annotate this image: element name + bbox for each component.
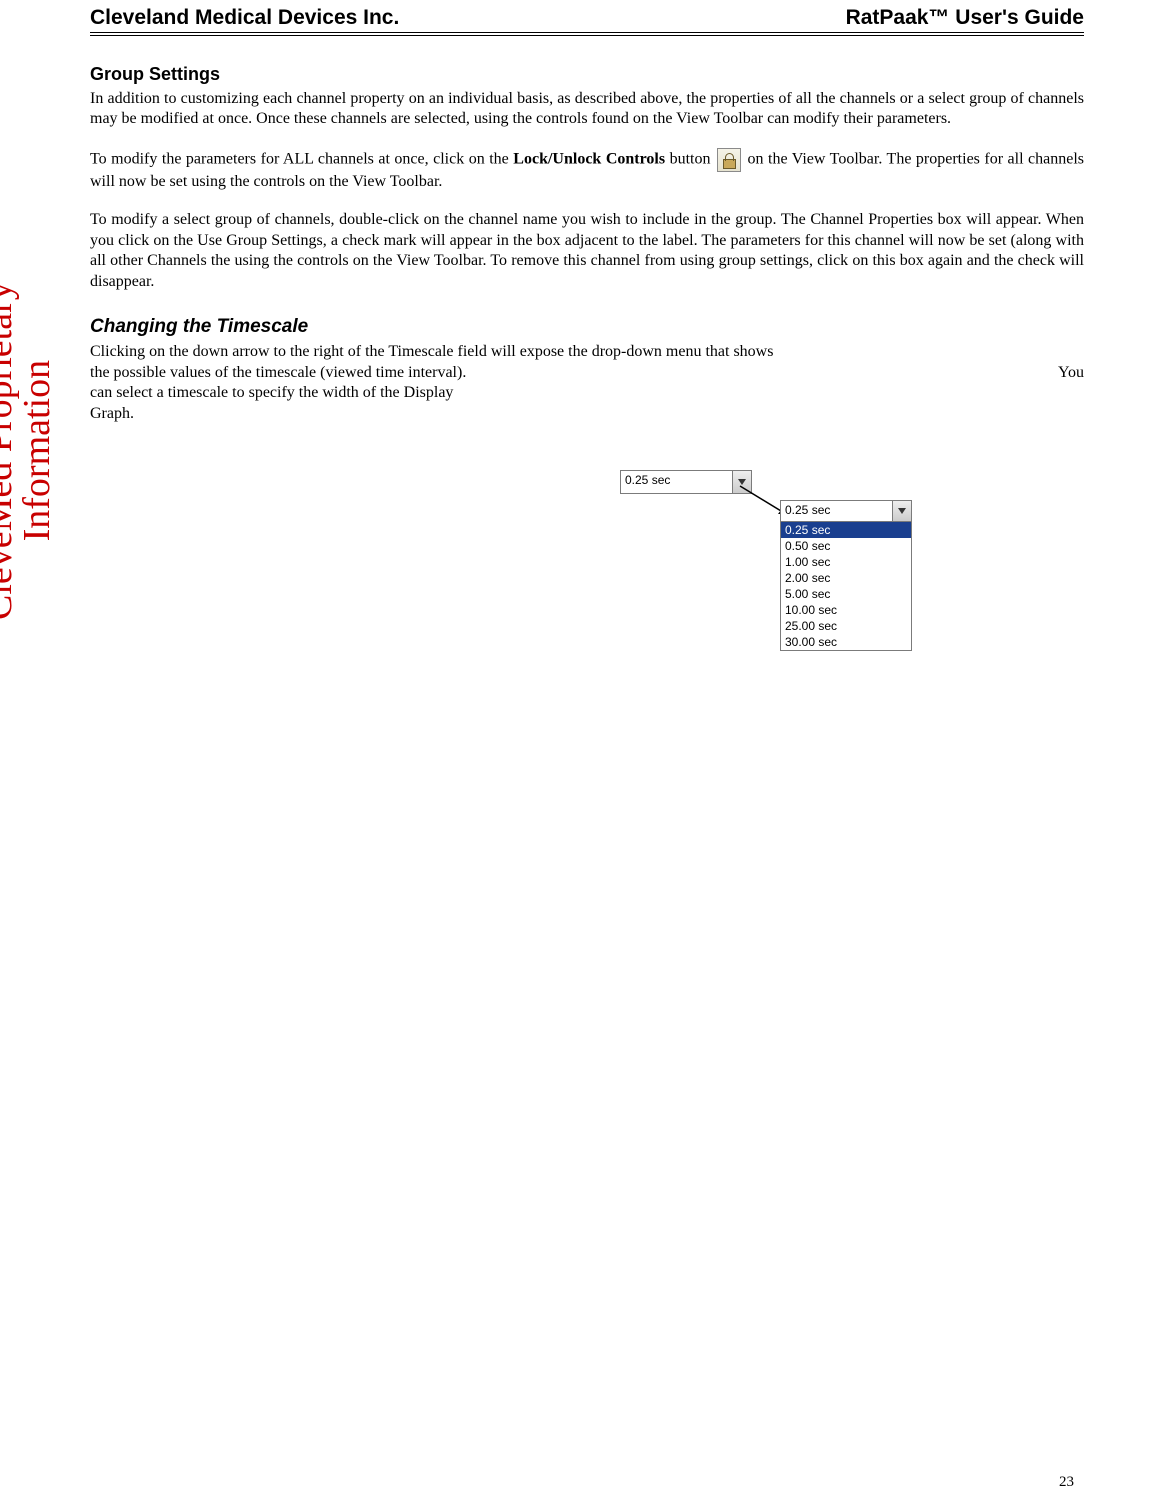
page-number: 23 [1059, 1474, 1074, 1491]
combo-open-dropdown-button[interactable] [892, 501, 911, 521]
group-settings-p2: To modify the parameters for ALL channel… [90, 148, 1084, 192]
combo-option[interactable]: 30.00 sec [781, 634, 911, 650]
combo-option[interactable]: 1.00 sec [781, 554, 911, 570]
ts-line1: Clicking on the down arrow to the right … [90, 342, 1084, 362]
group-settings-p3: To modify a select group of channels, do… [90, 210, 1084, 292]
combo-option[interactable]: 25.00 sec [781, 618, 911, 634]
combo-option[interactable]: 5.00 sec [781, 586, 911, 602]
ts-line2-right: You [1058, 363, 1084, 383]
combo-option[interactable]: 0.25 sec [781, 522, 911, 538]
watermark: CleveMed Proprietary Information [0, 281, 56, 620]
heading-group-settings: Group Settings [90, 64, 1084, 85]
p2-pre: To modify the parameters for ALL channel… [90, 151, 513, 168]
timescale-combo-closed[interactable]: 0.25 sec [620, 470, 752, 494]
combo-open-value: 0.25 sec [781, 501, 892, 521]
combo-option[interactable]: 10.00 sec [781, 602, 911, 618]
heading-timescale: Changing the Timescale [90, 316, 1084, 338]
p2-bold: Lock/Unlock Controls [513, 151, 665, 168]
watermark-line2: Information [18, 281, 56, 620]
timescale-combo-open[interactable]: 0.25 sec 0.25 sec 0.50 sec 1.00 sec 2.00… [780, 500, 912, 651]
combo-option[interactable]: 2.00 sec [781, 570, 911, 586]
header-divider [90, 32, 1084, 36]
combo-option[interactable]: 0.50 sec [781, 538, 911, 554]
header-left: Cleveland Medical Devices Inc. [90, 6, 399, 30]
p2-mid: button [665, 151, 715, 168]
lock-unlock-icon[interactable] [717, 148, 741, 172]
ts-line4: Graph. [90, 404, 1084, 424]
group-settings-p1: In addition to customizing each channel … [90, 89, 1084, 130]
timescale-paragraph: Clicking on the down arrow to the right … [90, 342, 1084, 424]
watermark-line1: CleveMed Proprietary [0, 281, 20, 620]
ts-line3: can select a timescale to specify the wi… [90, 383, 1084, 403]
combo-closed-value: 0.25 sec [621, 471, 732, 493]
page-header: Cleveland Medical Devices Inc. RatPaak™ … [90, 0, 1084, 32]
combo-option-list: 0.25 sec 0.50 sec 1.00 sec 2.00 sec 5.00… [781, 522, 911, 650]
header-right: RatPaak™ User's Guide [846, 6, 1084, 30]
ts-line2-left: the possible values of the timescale (vi… [90, 364, 466, 381]
combo-open-head[interactable]: 0.25 sec [781, 501, 911, 522]
chevron-down-icon [898, 508, 906, 514]
